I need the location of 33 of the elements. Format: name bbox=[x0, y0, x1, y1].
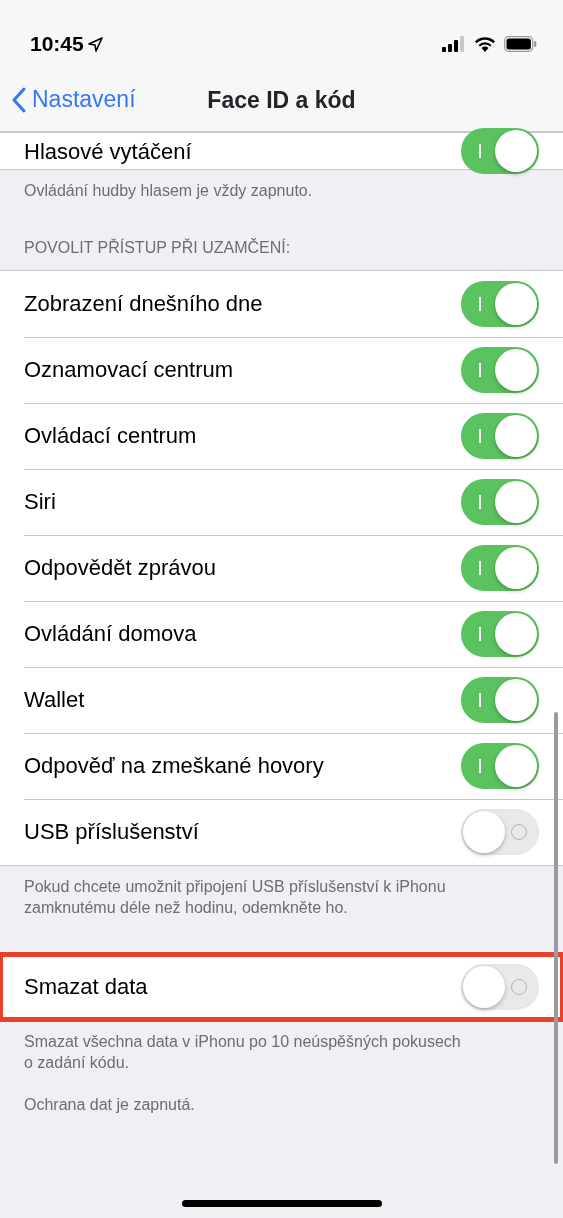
battery-icon bbox=[504, 36, 537, 52]
chevron-left-icon bbox=[12, 86, 26, 113]
setting-label: Wallet bbox=[24, 686, 85, 715]
toggle-switch[interactable] bbox=[461, 544, 539, 591]
toggle-switch[interactable] bbox=[461, 128, 539, 174]
clock: 10:45 bbox=[30, 31, 84, 58]
setting-label: Smazat data bbox=[24, 973, 148, 1002]
toggle-switch[interactable] bbox=[461, 478, 539, 525]
setting-label: Siri bbox=[24, 488, 56, 517]
setting-label: USB příslušenství bbox=[24, 818, 199, 847]
toggle-switch[interactable] bbox=[461, 742, 539, 789]
back-button[interactable]: Nastavení bbox=[0, 82, 136, 117]
toggle-switch[interactable] bbox=[461, 346, 539, 393]
toggle-switch[interactable] bbox=[461, 412, 539, 459]
section-header: POVOLIT PŘÍSTUP PŘI UZAMČENÍ: bbox=[23, 237, 292, 258]
location-arrow-icon bbox=[87, 36, 103, 52]
footer-note: Pokud chcete umožnit připojení USB příslušenství k iPhonu zamknutému déle než hodinu, odemkněte ho. bbox=[24, 876, 447, 919]
footer-note: Ovládání hudby hlasem je vždy zapnuto. bbox=[24, 181, 314, 201]
setting-label: Hlasové vytáčení bbox=[24, 137, 192, 166]
setting-label: Odpověď na zmeškané hovory bbox=[24, 752, 324, 781]
setting-label: Oznamovací centrum bbox=[24, 356, 234, 385]
setting-label: Ovládací centrum bbox=[24, 422, 197, 451]
footer-note: Smazat všechna data v iPhonu po 10 neúspěšných pokusech o zadání kódu. bbox=[24, 1031, 462, 1074]
wifi-icon bbox=[474, 36, 496, 52]
toggle-switch[interactable] bbox=[461, 280, 539, 327]
setting-label: Odpovědět zprávou bbox=[24, 554, 217, 583]
setting-label: Ovládání domova bbox=[24, 620, 197, 649]
screen-title: Face ID a kód bbox=[207, 86, 356, 113]
toggle-switch[interactable] bbox=[461, 676, 539, 723]
footer-note: Ochrana dat je zapnutá. bbox=[24, 1094, 196, 1115]
cellular-signal-icon bbox=[442, 36, 466, 52]
setting-label: Zobrazení dnešního dne bbox=[24, 290, 263, 319]
toggle-switch[interactable] bbox=[461, 610, 539, 657]
